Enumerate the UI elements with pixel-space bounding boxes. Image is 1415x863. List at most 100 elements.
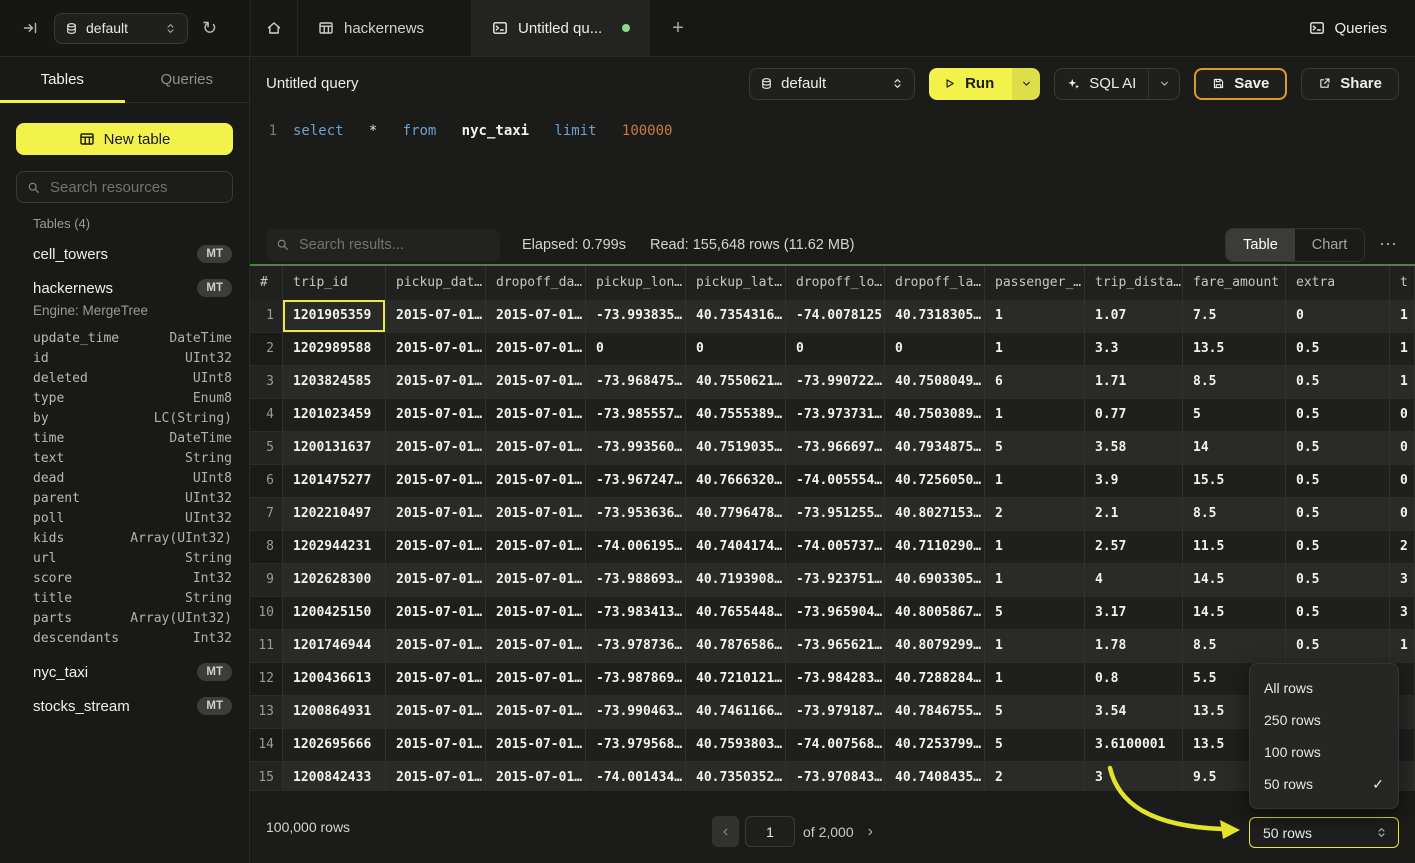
topbar-database-selector[interactable]: default (54, 13, 188, 44)
table-cell[interactable]: 15.5 (1183, 465, 1286, 498)
table-cell[interactable]: 3.6100001 (1085, 729, 1183, 762)
table-cell[interactable]: 2015-07-01… (386, 333, 486, 366)
sidebar-item-nyc-taxi[interactable]: nyc_taxi MT (33, 661, 232, 683)
refresh-icon[interactable]: ↻ (202, 18, 217, 39)
column-row[interactable]: time DateTime (33, 429, 232, 449)
table-cell[interactable]: 1.78 (1085, 630, 1183, 663)
table-cell[interactable]: 40.7796478… (686, 498, 786, 531)
table-cell[interactable]: 14 (1183, 432, 1286, 465)
new-tab-button[interactable]: + (666, 0, 690, 56)
table-cell[interactable]: 2015-07-01… (386, 663, 486, 696)
table-cell[interactable]: -73.968475… (586, 366, 686, 399)
search-results-input[interactable] (297, 236, 490, 254)
table-cell[interactable]: 2015-07-01… (486, 729, 586, 762)
table-cell[interactable]: -73.953636… (586, 498, 686, 531)
table-cell[interactable]: 40.7110290… (885, 531, 985, 564)
view-toggle-table[interactable]: Table (1226, 229, 1295, 261)
tab-hackernews[interactable]: hackernews (298, 0, 472, 56)
table-cell[interactable]: 0 (786, 333, 885, 366)
page-number-input[interactable] (745, 816, 795, 847)
table-cell[interactable]: -73.965904… (786, 597, 885, 630)
save-button[interactable]: Save (1194, 68, 1287, 100)
column-header[interactable]: pickup_lat… (686, 266, 786, 300)
table-cell[interactable]: 2 (1390, 531, 1415, 564)
table-cell[interactable]: 1 (985, 300, 1085, 333)
column-row[interactable]: type Enum8 (33, 389, 232, 409)
table-cell[interactable]: 1 (985, 333, 1085, 366)
table-cell[interactable]: 1200425150 (283, 597, 386, 630)
next-page-button[interactable]: › (868, 823, 873, 841)
table-cell[interactable]: 2015-07-01… (486, 432, 586, 465)
table-cell[interactable]: 40.8027153… (885, 498, 985, 531)
sql-ai-button[interactable]: SQL AI (1055, 69, 1148, 99)
table-cell[interactable]: -74.007568… (786, 729, 885, 762)
sidebar-item-cell-towers[interactable]: cell_towers MT (33, 243, 232, 265)
collapse-sidebar-icon[interactable] (22, 20, 38, 36)
table-cell[interactable]: 0.5 (1286, 432, 1390, 465)
table-cell[interactable]: 1201905359 (283, 300, 386, 333)
column-header[interactable]: fare_amount (1183, 266, 1286, 300)
table-cell[interactable]: 2015-07-01… (486, 597, 586, 630)
column-row[interactable]: title String (33, 589, 232, 609)
table-cell[interactable]: 2 (985, 498, 1085, 531)
table-cell[interactable]: 1 (985, 663, 1085, 696)
table-cell[interactable]: 40.7593803… (686, 729, 786, 762)
table-cell[interactable]: -74.005554… (786, 465, 885, 498)
table-cell[interactable]: 3.17 (1085, 597, 1183, 630)
table-cell[interactable]: 5 (985, 696, 1085, 729)
table-cell[interactable]: 0.5 (1286, 465, 1390, 498)
table-cell[interactable]: 7.5 (1183, 300, 1286, 333)
table-cell[interactable]: 0 (1390, 399, 1415, 432)
column-row[interactable]: kids Array(UInt32) (33, 529, 232, 549)
table-cell[interactable]: 1 (985, 399, 1085, 432)
table-cell[interactable]: 1 (1390, 630, 1415, 663)
table-cell[interactable]: 2015-07-01… (386, 300, 486, 333)
table-cell[interactable]: 1 (985, 531, 1085, 564)
table-cell[interactable]: 40.6903305… (885, 564, 985, 597)
table-cell[interactable]: 0.5 (1286, 630, 1390, 663)
table-cell[interactable]: 0 (1390, 498, 1415, 531)
prev-page-button[interactable]: ‹ (712, 816, 739, 847)
table-cell[interactable]: -73.993560… (586, 432, 686, 465)
table-cell[interactable]: -73.990463… (586, 696, 686, 729)
table-cell[interactable]: 3 (1390, 597, 1415, 630)
table-cell[interactable]: 2015-07-01… (386, 696, 486, 729)
table-cell[interactable]: -73.967247… (586, 465, 686, 498)
column-header[interactable]: pickup_dat… (386, 266, 486, 300)
table-cell[interactable]: 3.3 (1085, 333, 1183, 366)
table-cell[interactable]: 1202628300 (283, 564, 386, 597)
sql-editor[interactable]: 1 select * from nyc_taxi limit 100000 (250, 110, 1415, 225)
table-cell[interactable]: 40.7408435… (885, 762, 985, 790)
column-row[interactable]: id UInt32 (33, 349, 232, 369)
table-cell[interactable]: 1202695666 (283, 729, 386, 762)
column-header[interactable]: dropoff_da… (486, 266, 586, 300)
table-cell[interactable]: 40.7288284… (885, 663, 985, 696)
table-cell[interactable]: -73.993835… (586, 300, 686, 333)
table-cell[interactable]: 40.7318305… (885, 300, 985, 333)
table-cell[interactable]: 2015-07-01… (486, 498, 586, 531)
table-cell[interactable]: 1202210497 (283, 498, 386, 531)
table-cell[interactable]: -74.0078125 (786, 300, 885, 333)
queries-button[interactable]: Queries (1309, 0, 1387, 56)
table-cell[interactable]: 0.5 (1286, 498, 1390, 531)
more-options-icon[interactable]: ⋯ (1379, 234, 1397, 255)
table-cell[interactable]: -73.979568… (586, 729, 686, 762)
table-cell[interactable]: 14.5 (1183, 597, 1286, 630)
table-cell[interactable]: 1 (1390, 366, 1415, 399)
table-cell[interactable]: 4 (1085, 564, 1183, 597)
table-cell[interactable]: 2015-07-01… (386, 465, 486, 498)
table-cell[interactable]: -73.923751… (786, 564, 885, 597)
table-cell[interactable]: 1200864931 (283, 696, 386, 729)
table-cell[interactable]: 40.7350352… (686, 762, 786, 790)
table-cell[interactable]: 5 (985, 432, 1085, 465)
table-cell[interactable]: 2015-07-01… (386, 531, 486, 564)
table-cell[interactable]: 1202944231 (283, 531, 386, 564)
table-cell[interactable]: 2015-07-01… (486, 531, 586, 564)
table-cell[interactable]: 2015-07-01… (386, 432, 486, 465)
table-cell[interactable]: -73.983413… (586, 597, 686, 630)
table-cell[interactable]: -74.006195… (586, 531, 686, 564)
table-cell[interactable]: 2015-07-01… (386, 366, 486, 399)
table-cell[interactable]: 0 (1286, 300, 1390, 333)
table-cell[interactable]: 2015-07-01… (386, 498, 486, 531)
table-cell[interactable]: 1200842433 (283, 762, 386, 790)
